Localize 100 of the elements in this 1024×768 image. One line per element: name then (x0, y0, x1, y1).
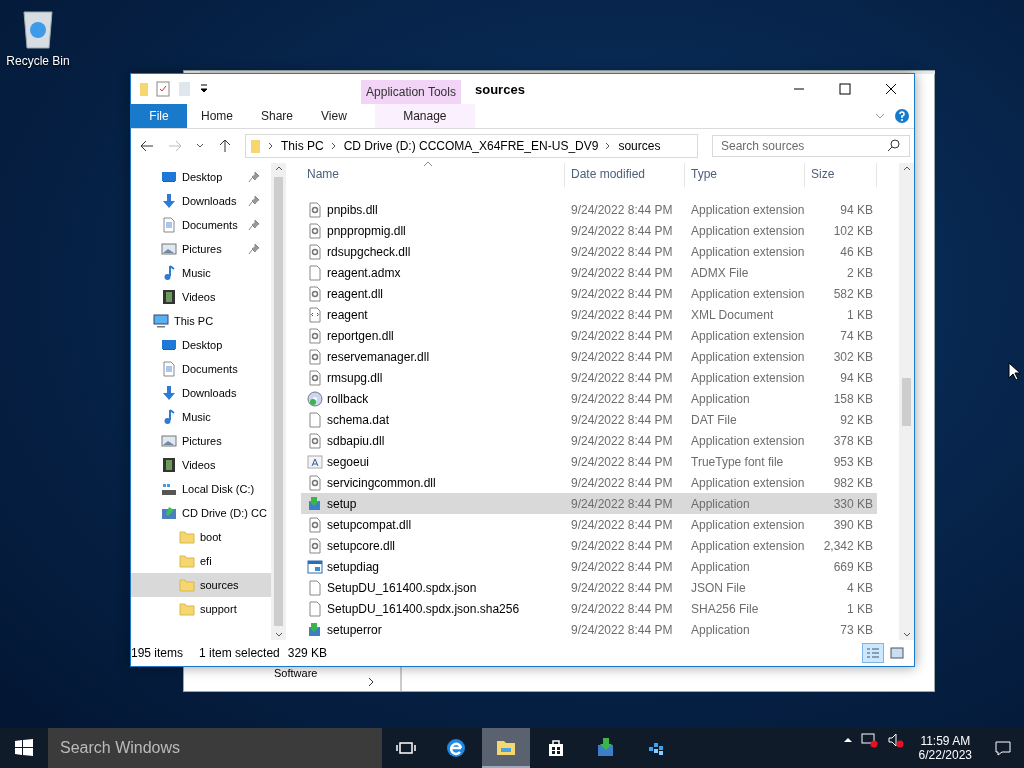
file-row[interactable]: schema.dat 9/24/2022 8:44 PM DAT File 92 KB (301, 409, 877, 430)
address-bar[interactable]: This PC CD Drive (D:) CCCOMA_X64FRE_EN-US_DV9 sources (245, 134, 698, 158)
nav-item[interactable]: Documents (131, 213, 271, 237)
file-row[interactable]: SetupDU_161400.spdx.json.sha256 9/24/2022 8:44 PM SHA256 File 1 KB (301, 598, 877, 619)
gear-file-icon (307, 432, 323, 449)
nav-item[interactable]: efi (131, 549, 271, 573)
type-cell-text: Application (690, 496, 751, 511)
nav-item[interactable]: support (131, 597, 271, 621)
date-cell-text: 9/24/2022 8:44 PM (570, 223, 674, 238)
installer-icon (307, 621, 323, 638)
size-cell-text: 302 KB (832, 349, 874, 364)
file-name: rmsupg.dll (327, 370, 383, 385)
column-header[interactable]: Name (301, 163, 565, 187)
file-row[interactable]: sdbapiu.dll 9/24/2022 8:44 PM Application extension 378 KB (301, 430, 877, 451)
file-row[interactable]: pnpibs.dll 9/24/2022 8:44 PM Application extension 94 KB (301, 199, 877, 220)
computer-icon (153, 313, 169, 329)
scrollbar[interactable] (899, 163, 914, 640)
breadcrumb[interactable]: sources (618, 139, 661, 153)
file-name: SetupDU_161400.spdx.json.sha256 (327, 601, 520, 616)
item-count: 195 items (131, 646, 184, 660)
nav-item[interactable]: Music (131, 405, 271, 429)
right-arrow-icon (167, 138, 183, 154)
list-icon (866, 647, 880, 659)
nav-item[interactable]: Desktop (131, 165, 271, 189)
date-cell-text: 9/24/2022 8:44 PM (570, 391, 674, 406)
file-row[interactable]: reagent 9/24/2022 8:44 PM XML Document 1 KB (301, 304, 877, 325)
file-row[interactable]: setuperror 9/24/2022 8:44 PM Application 73 KB (301, 619, 877, 640)
nav-item[interactable]: This PC (131, 309, 271, 333)
nav-item[interactable]: Local Disk (C:) (131, 477, 271, 501)
chevron-right-icon (366, 677, 376, 687)
e-logo-icon (445, 737, 467, 759)
gear-file-icon (307, 243, 323, 260)
file-row[interactable]: segoeui 9/24/2022 8:44 PM TrueType font file 953 KB (301, 451, 877, 472)
breadcrumb[interactable]: CD Drive (D:) CCCOMA_X64FRE_EN-US_DV9 (343, 139, 599, 153)
file-row[interactable]: rmsupg.dll 9/24/2022 8:44 PM Application extension 94 KB (301, 367, 877, 388)
gear-file-icon (307, 348, 323, 365)
desktop-icon-label[interactable]: Recycle Bin (6, 54, 70, 68)
file-row[interactable]: pnppropmig.dll 9/24/2022 8:44 PM Application extension 102 KB (301, 220, 877, 241)
size-cell-text: 74 KB (839, 328, 874, 343)
file-row[interactable]: setupcore.dll 9/24/2022 8:44 PM Application extension 2,342 KB (301, 535, 877, 556)
file-name: setup (327, 496, 357, 511)
nav-item[interactable]: boot (131, 525, 271, 549)
scrollbar-thumb[interactable] (274, 177, 283, 626)
file-row[interactable]: setupdiag 9/24/2022 8:44 PM Application 669 KB (301, 556, 877, 577)
font-file-icon (307, 453, 323, 470)
column-header[interactable]: Date modified (565, 163, 685, 187)
date-cell-text: 9/24/2022 8:44 PM (570, 475, 674, 490)
code-file-icon (307, 306, 323, 323)
file-name: pnpibs.dll (327, 202, 378, 217)
size-cell-text: 92 KB (839, 412, 874, 427)
file-row[interactable]: reagent.admx 9/24/2022 8:44 PM ADMX File 2 KB (301, 262, 877, 283)
nav-item[interactable]: Documents (131, 357, 271, 381)
nav-item[interactable]: Videos (131, 285, 271, 309)
details-view-button[interactable] (862, 643, 884, 663)
date-cell-text: 9/24/2022 8:44 PM (570, 454, 674, 469)
selection-status: 1 item selected (199, 646, 280, 660)
nav-item[interactable]: Downloads (131, 381, 271, 405)
ribbon-tab[interactable]: Manage (374, 104, 475, 128)
disc-drive-icon (161, 505, 177, 521)
installer-icon (307, 495, 323, 512)
file-row[interactable]: setup 9/24/2022 8:44 PM Application 330 KB (301, 493, 877, 514)
nav-item[interactable]: Pictures (131, 237, 271, 261)
column-header[interactable]: Type (685, 163, 805, 187)
file-row[interactable]: reservemanager.dll 9/24/2022 8:44 PM Application extension 302 KB (301, 346, 877, 367)
size-cell-text: 102 KB (832, 223, 874, 238)
ribbon-tab[interactable]: View (307, 104, 361, 128)
breadcrumb[interactable]: This PC (281, 139, 324, 153)
pin-icon (248, 195, 260, 207)
nav-item[interactable]: Videos (131, 453, 271, 477)
file-row[interactable]: SetupDU_161400.spdx.json 9/24/2022 8:44 PM JSON File 4 KB (301, 577, 877, 598)
taskbar-search-field[interactable]: Search Windows (48, 728, 382, 768)
ribbon-tab[interactable]: Home (187, 104, 247, 128)
scrollbar-thumb[interactable] (902, 377, 911, 426)
nav-item[interactable]: CD Drive (D:) CC (131, 501, 271, 525)
file-row[interactable]: setupcompat.dll 9/24/2022 8:44 PM Application extension 390 KB (301, 514, 877, 535)
file-row[interactable]: servicingcommon.dll 9/24/2022 8:44 PM Application extension 982 KB (301, 472, 877, 493)
nav-item[interactable]: Desktop (131, 333, 271, 357)
nav-item[interactable]: sources (131, 573, 271, 597)
nav-item[interactable]: Software (274, 667, 318, 679)
file-row[interactable]: rdsupgcheck.dll 9/24/2022 8:44 PM Application extension 46 KB (301, 241, 877, 262)
ribbon-tab[interactable]: Share (247, 104, 308, 128)
file-row[interactable]: rollback 9/24/2022 8:44 PM Application 158 KB (301, 388, 877, 409)
type-cell-text: Application extension (690, 349, 805, 364)
nav-item[interactable]: Downloads (131, 189, 271, 213)
file-row[interactable]: reagent.dll 9/24/2022 8:44 PM Application extension 582 KB (301, 283, 877, 304)
scrollbar[interactable] (271, 163, 286, 640)
search-field[interactable]: Search sources (712, 135, 910, 157)
date-cell-text: 9/24/2022 8:44 PM (570, 265, 674, 280)
type-cell-text: Application extension (690, 328, 805, 343)
film-icon (161, 289, 177, 305)
task-view-icon (396, 740, 416, 756)
clock[interactable]: 11:59 AM 6/22/2023 (908, 728, 982, 768)
nav-item[interactable]: Pictures (131, 429, 271, 453)
ribbon-tab[interactable]: File (131, 104, 187, 128)
nav-item[interactable]: Music (131, 261, 271, 285)
column-header[interactable]: Size (805, 163, 877, 187)
type-cell-text: Application extension (690, 286, 805, 301)
context-tab-group: Application Tools (361, 80, 461, 104)
file-row[interactable]: reportgen.dll 9/24/2022 8:44 PM Application extension 74 KB (301, 325, 877, 346)
clock-date: 6/22/2023 (918, 748, 972, 762)
